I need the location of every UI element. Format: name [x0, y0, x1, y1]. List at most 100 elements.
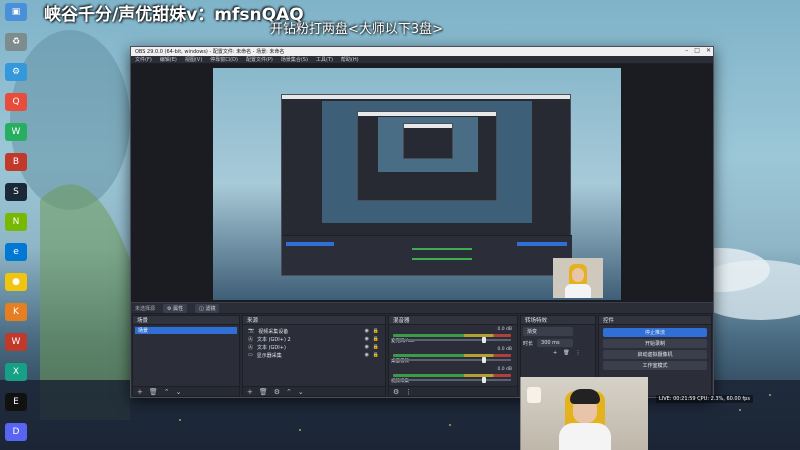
eye-icon[interactable]: ◉	[365, 352, 369, 358]
nested-obs-capture	[281, 94, 572, 276]
desktop-icon-qq[interactable]: Q	[5, 93, 27, 111]
gear-icon[interactable]: ⚙	[393, 388, 399, 396]
desktop-icon-xunlei[interactable]: X	[5, 363, 27, 381]
more-icon[interactable]: ⋮	[405, 388, 412, 396]
desktop-icon-edge[interactable]: e	[5, 243, 27, 261]
eye-icon[interactable]: ◉	[365, 336, 369, 342]
desktop-icon-discord[interactable]: D	[5, 423, 27, 441]
desktop-icon-chrome[interactable]: ●	[5, 273, 27, 291]
menu-edit[interactable]: 编辑(E)	[160, 56, 177, 63]
minimize-button[interactable]: –	[685, 47, 688, 54]
sources-list: 📷 视频采集设备 ◉ 🔒 Ⓐ 文本 (GDI+) 2 ◉ 🔒 Ⓐ 文本 (GDI+)…	[243, 325, 385, 387]
desktop-icon-wps[interactable]: W	[5, 333, 27, 351]
text-icon: Ⓐ	[248, 344, 254, 351]
menu-tools[interactable]: 工具(T)	[316, 56, 333, 63]
duration-label: 时长	[523, 340, 534, 347]
filters-button[interactable]: ◫ 滤镜	[195, 303, 220, 313]
add-icon[interactable]: +	[137, 388, 143, 396]
virtual-camera-button[interactable]: 启动虚拟摄像机	[603, 350, 707, 359]
slider-knob[interactable]	[481, 357, 486, 363]
source-item[interactable]: ▭ 显示器采集 ◉ 🔒	[245, 351, 383, 359]
menu-docks[interactable]: 停靠窗口(D)	[210, 56, 238, 63]
mixer-header: 混音器	[389, 316, 517, 325]
sources-footer: + 🗑 ⚙ ⌃ ⌄	[243, 386, 385, 396]
gear-icon[interactable]: ⚙	[274, 388, 280, 396]
menu-profile[interactable]: 配置文件(P)	[246, 56, 273, 63]
volume-slider[interactable]	[393, 337, 511, 343]
chevron-up-icon[interactable]: ⌃	[164, 388, 170, 396]
source-name: 视频采集设备	[258, 328, 289, 335]
sources-title: 来源	[247, 318, 259, 324]
duration-input[interactable]: 300 ms	[537, 339, 574, 347]
sources-header: 来源	[243, 316, 385, 325]
nested-docks	[282, 235, 572, 275]
eye-icon[interactable]: ◉	[365, 328, 369, 334]
menu-view[interactable]: 视图(V)	[185, 56, 202, 63]
menu-help[interactable]: 帮助(H)	[341, 56, 359, 63]
start-recording-button[interactable]: 开始录制	[603, 339, 707, 348]
camera-icon: 📷	[248, 328, 255, 334]
desktop-icon-kugou[interactable]: K	[5, 303, 27, 321]
desktop-icon-computer[interactable]: ▣	[5, 3, 27, 21]
transition-buttons-row: + 🗑 ⋮	[523, 350, 593, 356]
source-name: 显示器采集	[256, 352, 282, 359]
scenes-header: 场景	[133, 316, 239, 325]
preview-webcam	[553, 258, 603, 298]
desktop-icon-wechat[interactable]: W	[5, 123, 27, 141]
menu-file[interactable]: 文件(F)	[135, 56, 152, 63]
lamp	[527, 387, 541, 403]
slider-knob[interactable]	[481, 377, 486, 383]
chevron-down-icon[interactable]: ⌄	[298, 388, 304, 396]
source-toolbar: 未选择源 ⚙ 属性 ◫ 滤镜	[131, 302, 713, 314]
preview-canvas[interactable]	[213, 68, 621, 300]
stream-subtitle: 开钻粉打两盘<大师以下3盘>	[270, 22, 444, 37]
monitor-icon: ▭	[248, 352, 253, 358]
volume-slider[interactable]	[393, 357, 511, 363]
lock-icon[interactable]: 🔒	[373, 352, 379, 358]
nested-obs-capture-2	[357, 111, 497, 201]
lock-icon[interactable]: 🔒	[373, 328, 379, 334]
lock-icon[interactable]: 🔒	[373, 336, 379, 342]
menu-scene-collection[interactable]: 场景集合(S)	[281, 56, 308, 63]
slider-knob[interactable]	[481, 337, 486, 343]
trash-icon[interactable]: 🗑	[563, 350, 569, 356]
add-icon[interactable]: +	[553, 350, 557, 356]
scene-item[interactable]: 场景	[135, 327, 237, 334]
add-icon[interactable]: +	[247, 388, 253, 396]
no-source-label: 未选择源	[135, 305, 156, 312]
desktop-icon-control[interactable]: ⚙	[5, 63, 27, 81]
controls-header: 控件	[599, 316, 711, 325]
maximize-button[interactable]: □	[694, 47, 700, 54]
mixer-channel: 桌面音频 0.0 dB	[391, 347, 515, 365]
trash-icon[interactable]: 🗑	[259, 388, 268, 396]
close-button[interactable]: ✕	[706, 47, 711, 54]
transition-select[interactable]: 渐变	[523, 327, 573, 336]
mixer-title: 混音器	[393, 318, 410, 324]
streamer-hair	[570, 389, 600, 404]
nested-titlebar-3	[404, 124, 452, 128]
desktop-icon-recycle[interactable]: ♻	[5, 33, 27, 51]
studio-mode-button[interactable]: 工作室模式	[603, 361, 707, 370]
desktop-icon-obs[interactable]: B	[5, 153, 27, 171]
properties-label: 属性	[173, 305, 184, 312]
eye-icon[interactable]: ◉	[365, 344, 369, 350]
volume-meter	[393, 374, 511, 377]
chevron-up-icon[interactable]: ⌃	[286, 388, 292, 396]
controls-title: 控件	[603, 318, 615, 324]
preview-area[interactable]	[131, 64, 713, 302]
properties-button[interactable]: ⚙ 属性	[163, 303, 188, 313]
stream-title: 峡谷千分/声优甜妹v：mfsnQAQ	[44, 5, 304, 25]
source-item[interactable]: Ⓐ 文本 (GDI+) 2 ◉ 🔒	[245, 335, 383, 343]
lock-icon[interactable]: 🔒	[373, 344, 379, 350]
nested-titlebar	[282, 95, 570, 99]
desktop-icon-steam[interactable]: S	[5, 183, 27, 201]
volume-slider[interactable]	[393, 377, 511, 383]
source-item[interactable]: Ⓐ 文本 (GDI+) ◉ 🔒	[245, 343, 383, 351]
more-icon[interactable]: ⋮	[576, 350, 581, 356]
chevron-down-icon[interactable]: ⌄	[176, 388, 182, 396]
stop-streaming-button[interactable]: 停止推流	[603, 328, 707, 337]
source-item[interactable]: 📷 视频采集设备 ◉ 🔒	[245, 327, 383, 335]
desktop-icon-epic[interactable]: E	[5, 393, 27, 411]
trash-icon[interactable]: 🗑	[149, 388, 158, 396]
desktop-icon-nvidia[interactable]: N	[5, 213, 27, 231]
